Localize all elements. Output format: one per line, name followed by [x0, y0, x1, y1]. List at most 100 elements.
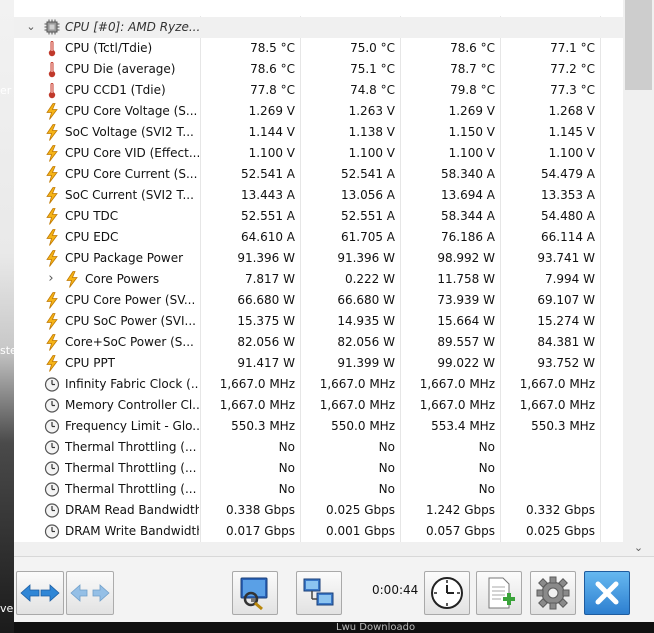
sensor-row[interactable]: CPU Die (average) 78.6 °C 75.1 °C 78.7 °C 77… — [14, 59, 623, 80]
sensor-row[interactable]: SoC Voltage (SVI2 T... 1.144 V 1.138 V 1.15… — [14, 122, 623, 143]
gear-icon — [535, 575, 571, 611]
sensor-value-minimum: 52.541 A — [340, 167, 395, 181]
sensor-row[interactable]: CPU SoC Power (SVI... 15.375 W 14.935 W 15.… — [14, 311, 623, 332]
sensor-value-minimum: 14.935 W — [337, 314, 395, 328]
sensor-row[interactable]: DRAM Read Bandwidth 0.338 Gbps 0.025 Gbps 1… — [14, 500, 623, 521]
desktop-fragment: ver — [0, 602, 14, 615]
sensor-row[interactable]: Memory Controller Cl... 1,667.0 MHz 1,667.… — [14, 395, 623, 416]
sensor-row[interactable]: › Core Powers 7.817 W 0.222 W 11.758 W 7.994 … — [14, 269, 623, 290]
sensor-value-maximum: No — [478, 440, 495, 454]
reset-clock-button[interactable] — [424, 571, 470, 615]
sensor-row[interactable]: Frequency Limit - Glo... 550.3 MHz 550.0 M… — [14, 416, 623, 437]
sensor-name: CPU Die (average) — [65, 62, 176, 76]
lightning-icon — [44, 124, 60, 141]
sensor-value-minimum: 82.056 W — [337, 335, 395, 349]
sensor-row[interactable]: CPU Core Voltage (S... 1.269 V 1.263 V 1.26… — [14, 101, 623, 122]
sensor-value-minimum: No — [378, 482, 395, 496]
sensor-name: Infinity Fabric Clock (... — [65, 377, 199, 391]
sensor-value-maximum: 78.6 °C — [450, 41, 495, 55]
scroll-down-arrow-icon[interactable]: ⌄ — [623, 540, 654, 556]
document-add-icon — [481, 575, 517, 611]
sensor-name: SoC Current (SVI2 T... — [65, 188, 194, 202]
sensor-value-maximum: 58.344 A — [440, 209, 495, 223]
sensor-row[interactable]: CPU Core Current (S... 52.541 A 52.541 A 58… — [14, 164, 623, 185]
sensor-value-maximum: 1.269 V — [448, 104, 495, 118]
thermometer-icon — [44, 82, 60, 99]
sensor-value-current: 82.056 W — [237, 335, 295, 349]
close-button[interactable] — [584, 571, 630, 615]
sensor-name: CPU Core VID (Effect... — [65, 146, 199, 160]
sensor-name: DRAM Write Bandwidth — [65, 524, 199, 538]
sensor-row[interactable]: SoC Current (SVI2 T... 13.443 A 13.056 A 13… — [14, 185, 623, 206]
sensor-row[interactable]: Thermal Throttling (... No No No — [14, 458, 623, 479]
settings-button[interactable] — [530, 571, 576, 615]
sensor-value-minimum: 550.0 MHz — [331, 419, 395, 433]
sensor-row[interactable]: CPU TDC 52.551 A 52.551 A 58.344 A 54.480 A — [14, 206, 623, 227]
expand-chevron-icon[interactable]: › — [44, 272, 58, 286]
sensor-name: Thermal Throttling (... — [65, 461, 197, 475]
clock-icon — [429, 575, 465, 611]
sensor-row[interactable]: CPU Core VID (Effect... 1.100 V 1.100 V 1.1… — [14, 143, 623, 164]
lightning-icon — [44, 166, 60, 183]
bottom-toolbar: 0:00:44 — [14, 556, 654, 622]
desktop-fragment: ste — [0, 344, 14, 357]
sensor-row[interactable]: DRAM Write Bandwidth 0.017 Gbps 0.001 Gbps… — [14, 521, 623, 542]
sensor-value-maximum: 553.4 MHz — [431, 419, 495, 433]
sensor-table: ⌄ CPU [#0]: AMD Ryze... CPU (Tctl/Tdie) 7… — [14, 16, 623, 542]
sensor-value-average: 1,667.0 MHz — [519, 398, 595, 412]
sensor-window: ⌄ CPU [#0]: AMD Ryze... CPU (Tctl/Tdie) 7… — [14, 0, 654, 622]
sensor-value-minimum: 66.680 W — [337, 293, 395, 307]
sensor-group-label: CPU [#0]: AMD Ryze... — [65, 20, 201, 34]
sensor-row[interactable]: CPU EDC 64.610 A 61.705 A 76.186 A 66.114 A — [14, 227, 623, 248]
cpu-chip-icon — [44, 19, 60, 36]
sensor-row[interactable]: CPU CCD1 (Tdie) 77.8 °C 74.8 °C 79.8 °C 77.3… — [14, 80, 623, 101]
behind-window-text: Lwu Downloado — [336, 622, 416, 633]
lightning-icon — [44, 229, 60, 246]
sensor-value-current: 1.269 V — [248, 104, 295, 118]
sensor-value-minimum: 0.025 Gbps — [326, 503, 395, 517]
horizontal-scrollbar[interactable] — [14, 542, 623, 556]
sensor-value-maximum: 1,667.0 MHz — [419, 377, 495, 391]
elapsed-time: 0:00:44 — [372, 583, 419, 597]
sensor-name: CPU PPT — [65, 356, 116, 370]
search-monitor-button[interactable] — [232, 571, 278, 615]
sensor-row[interactable]: Core+SoC Power (S... 82.056 W 82.056 W 89.5… — [14, 332, 623, 353]
sensor-row[interactable]: Thermal Throttling (... No No No — [14, 479, 623, 500]
sensor-value-current: 64.610 A — [240, 230, 295, 244]
sensor-value-current: 91.417 W — [237, 356, 295, 370]
nav-arrows-button[interactable] — [16, 571, 64, 615]
sensor-value-maximum: No — [478, 482, 495, 496]
collapse-chevron-icon[interactable]: ⌄ — [24, 20, 38, 34]
vertical-scrollbar[interactable]: ⌄ — [623, 0, 654, 556]
nav-arrows-secondary-button[interactable] — [66, 571, 114, 615]
sensor-row[interactable]: Infinity Fabric Clock (... 1,667.0 MHz 1,6… — [14, 374, 623, 395]
sensor-value-maximum: 1.100 V — [448, 146, 495, 160]
sensor-value-average: 93.741 W — [537, 251, 595, 265]
sensor-value-current: 7.817 W — [244, 272, 295, 286]
sensor-value-current: No — [278, 440, 295, 454]
sensor-row[interactable]: CPU Core Power (SV... 66.680 W 66.680 W 73.… — [14, 290, 623, 311]
sensor-row[interactable]: CPU PPT 91.417 W 91.399 W 99.022 W 93.752 W — [14, 353, 623, 374]
sensor-value-average — [500, 479, 595, 500]
desktop-fragment: er — [0, 84, 12, 97]
sensor-value-average — [500, 437, 595, 458]
sensor-group-header[interactable]: ⌄ CPU [#0]: AMD Ryze... — [14, 17, 623, 38]
sensor-value-maximum: 98.992 W — [437, 251, 495, 265]
sensor-name: DRAM Read Bandwidth — [65, 503, 199, 517]
sensor-value-minimum: No — [378, 461, 395, 475]
sensor-value-maximum: 89.557 W — [437, 335, 495, 349]
add-report-button[interactable] — [476, 571, 522, 615]
sensor-name: Frequency Limit - Glo... — [65, 419, 199, 433]
sensor-value-average: 84.381 W — [537, 335, 595, 349]
sensor-row[interactable]: CPU Package Power 91.396 W 91.396 W 98.992 … — [14, 248, 623, 269]
monitor-magnifier-icon — [237, 575, 273, 611]
clock-gauge-icon — [44, 418, 60, 435]
sensor-value-maximum: 1.242 Gbps — [426, 503, 495, 517]
network-button[interactable] — [296, 571, 342, 615]
sensor-value-minimum: No — [378, 440, 395, 454]
sensor-row[interactable]: CPU (Tctl/Tdie) 78.5 °C 75.0 °C 78.6 °C 77.1… — [14, 38, 623, 59]
sensor-row[interactable]: Thermal Throttling (... No No No — [14, 437, 623, 458]
scrollbar-thumb[interactable] — [625, 0, 652, 90]
sensor-value-maximum: 58.340 A — [440, 167, 495, 181]
sensor-value-current: 78.6 °C — [250, 62, 295, 76]
